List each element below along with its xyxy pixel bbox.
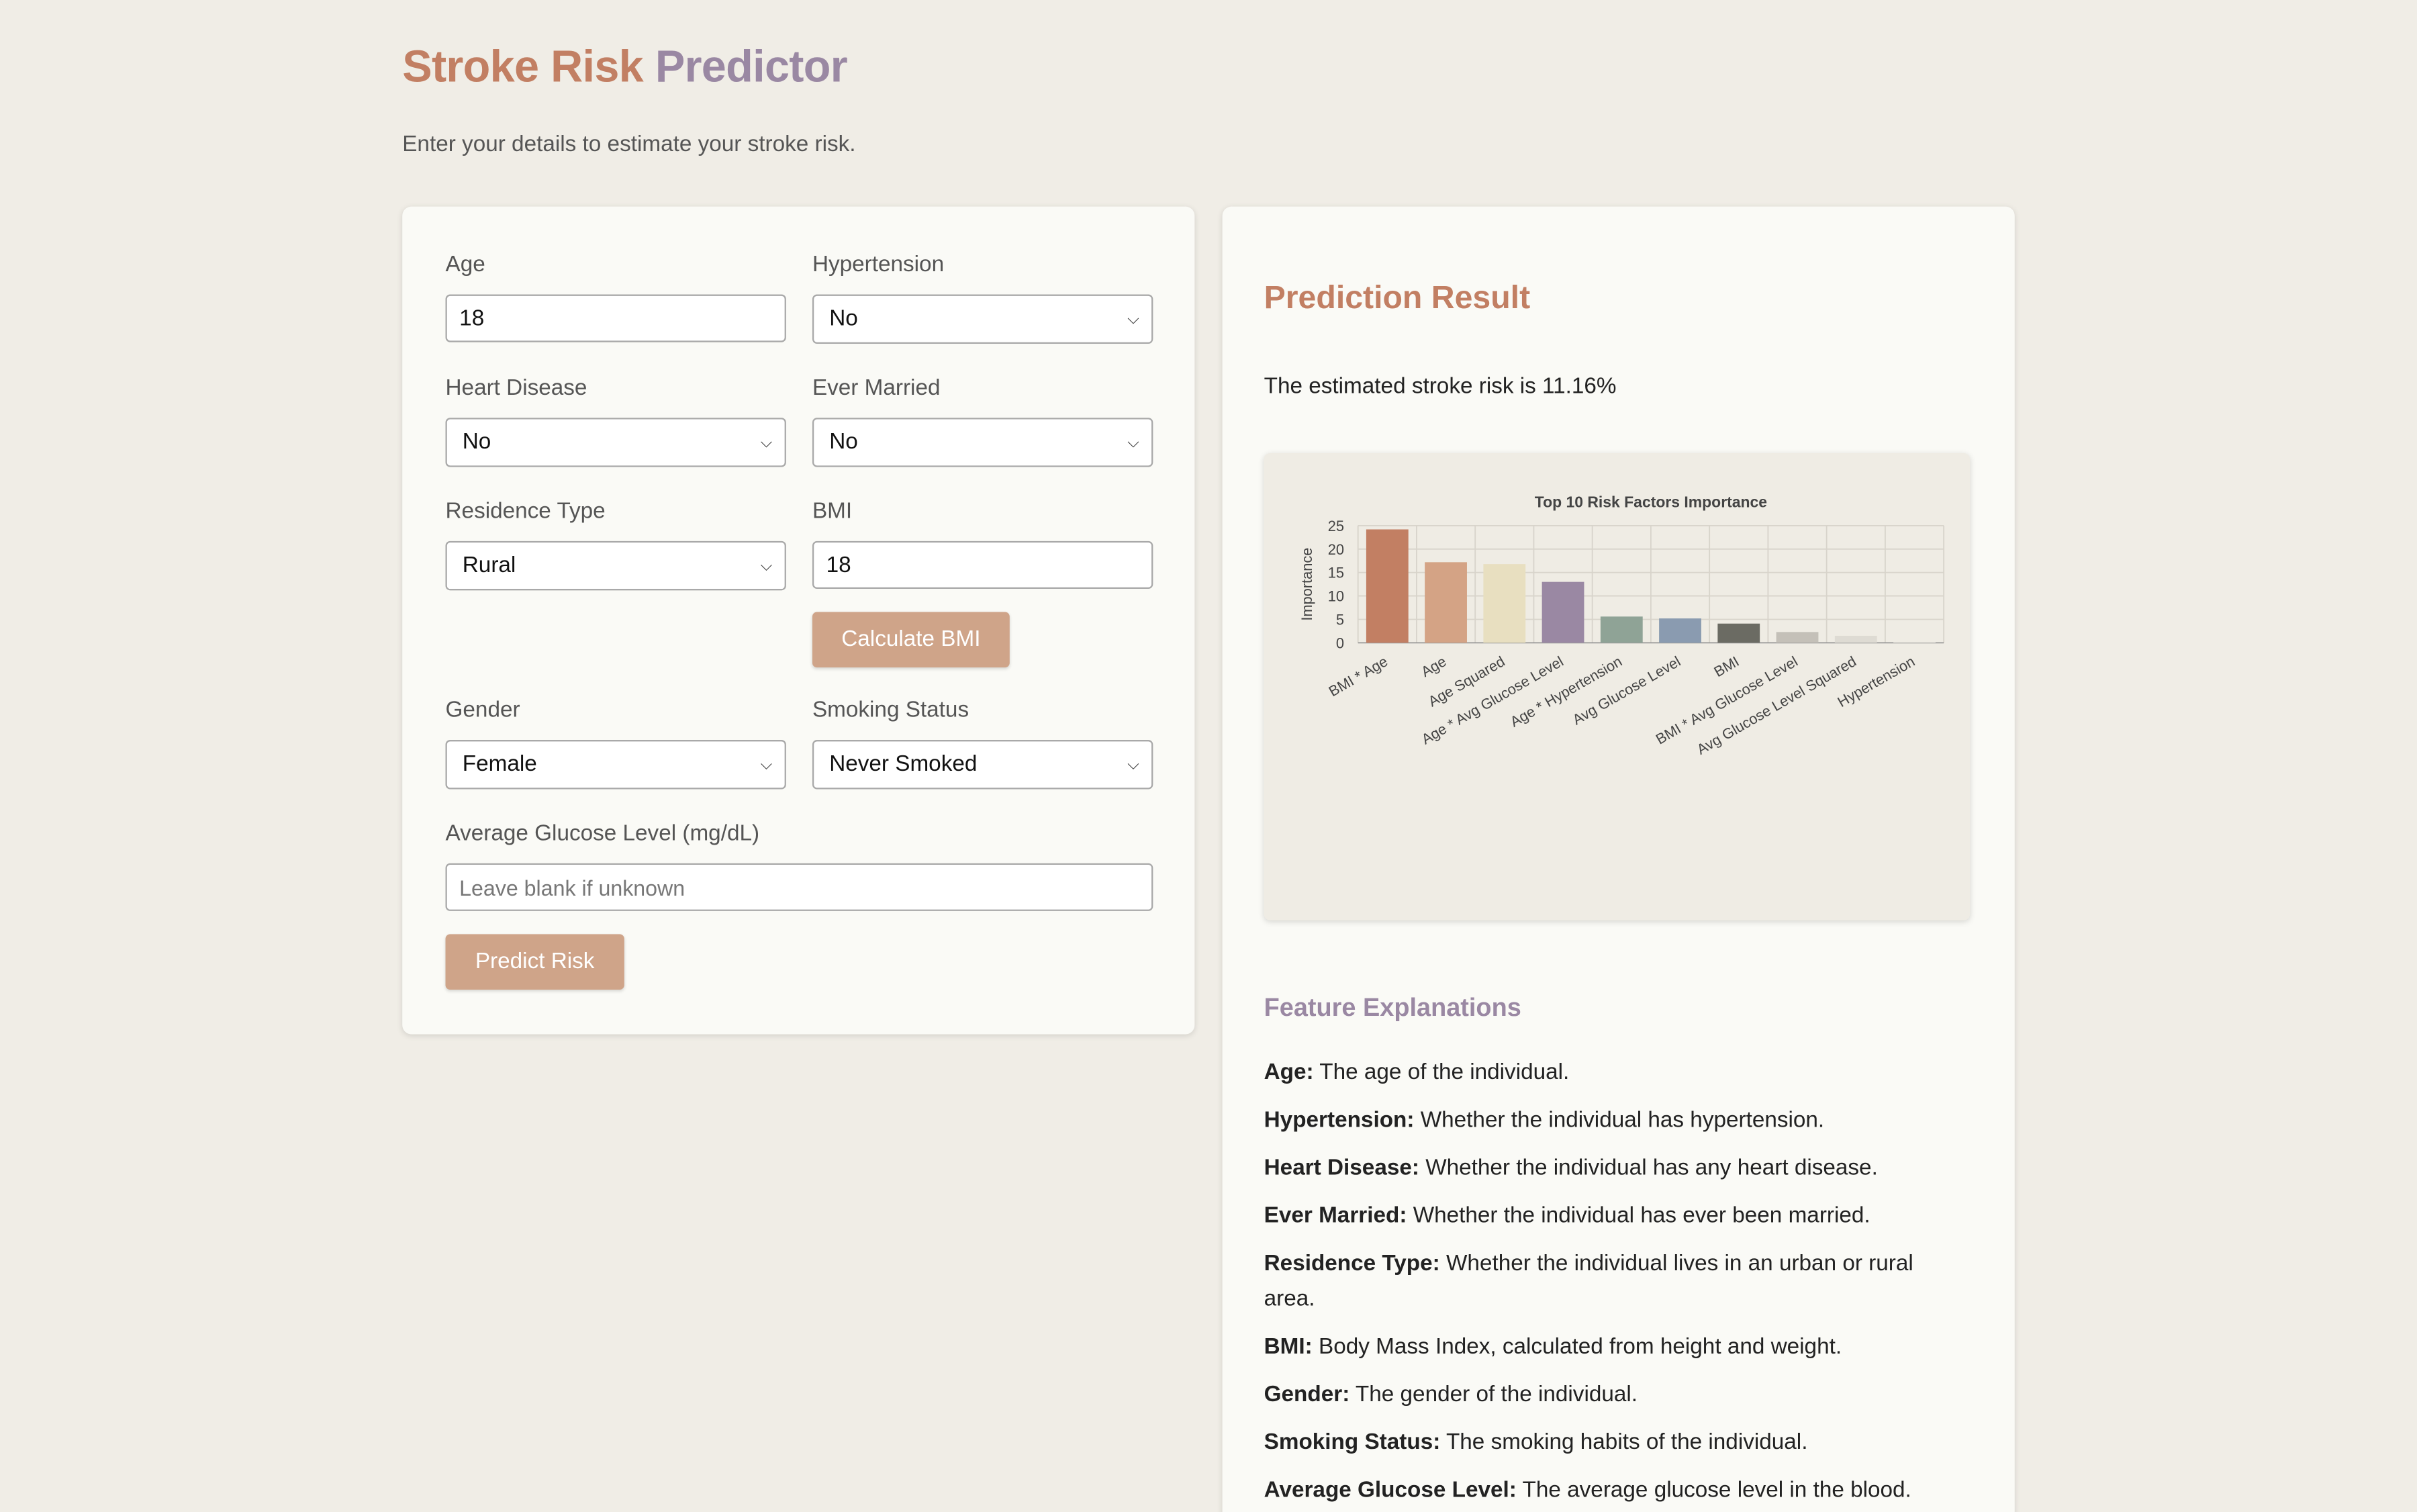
bmi-label: BMI xyxy=(812,499,853,524)
ever-married-value: No xyxy=(829,430,858,455)
bar xyxy=(1542,581,1584,643)
chevron-down-icon: ⌵ xyxy=(760,557,773,575)
chevron-down-icon: ⌵ xyxy=(1127,310,1139,328)
gender-select[interactable]: Female ⌵ xyxy=(445,740,786,790)
x-tick-label: BMI xyxy=(1711,653,1742,680)
input-form-card: Age 18 Hypertension No ⌵ Heart Disease N… xyxy=(402,206,1195,1035)
ever-married-label: Ever Married xyxy=(812,376,941,401)
smoking-status-select[interactable]: Never Smoked ⌵ xyxy=(812,740,1153,790)
chart-title: Top 10 Risk Factors Importance xyxy=(1535,493,1767,510)
x-tick-label: Age xyxy=(1418,653,1449,680)
page-root: Stroke Risk Predictor Enter your details… xyxy=(0,0,2417,1512)
y-axis-label: Importance xyxy=(1298,548,1315,621)
heart-disease-label: Heart Disease xyxy=(445,376,587,401)
chevron-down-icon: ⌵ xyxy=(760,756,773,773)
feature-description: The average glucose level in the blood. xyxy=(1516,1478,1911,1503)
y-tick-label: 20 xyxy=(1328,541,1344,558)
feature-description: Body Mass Index, calculated from height … xyxy=(1312,1335,1842,1360)
feature-description: The smoking habits of the individual. xyxy=(1440,1430,1808,1456)
gender-label: Gender xyxy=(445,698,520,723)
feature-description: Whether the individual has ever been mar… xyxy=(1407,1204,1870,1229)
feature-explanation-item: Gender: The gender of the individual. xyxy=(1264,1378,1958,1414)
bar xyxy=(1834,635,1877,643)
page-title-part2: Predictor xyxy=(655,43,848,93)
bmi-input[interactable]: 18 xyxy=(812,540,1153,589)
page-subtitle: Enter your details to estimate your stro… xyxy=(402,132,856,158)
page-title: Stroke Risk Predictor xyxy=(402,43,847,94)
calculate-bmi-button[interactable]: Calculate BMI xyxy=(812,612,1010,668)
y-tick-label: 5 xyxy=(1336,612,1344,628)
feature-term: Heart Disease: xyxy=(1264,1155,1419,1181)
y-tick-label: 10 xyxy=(1328,588,1344,605)
predict-risk-button[interactable]: Predict Risk xyxy=(445,934,624,990)
feature-explanations-title: Feature Explanations xyxy=(1264,994,1521,1023)
bar xyxy=(1366,529,1409,643)
y-tick-label: 25 xyxy=(1328,518,1344,534)
feature-term: Ever Married: xyxy=(1264,1204,1407,1229)
residence-type-select[interactable]: Rural ⌵ xyxy=(445,540,786,591)
feature-explanation-item: Smoking Status: The smoking habits of th… xyxy=(1264,1426,1958,1462)
feature-term: Residence Type: xyxy=(1264,1251,1440,1277)
result-card: Prediction Result The estimated stroke r… xyxy=(1222,206,2015,1512)
residence-type-value: Rural xyxy=(462,553,516,578)
bar xyxy=(1717,623,1760,643)
bar xyxy=(1893,641,1936,643)
y-tick-label: 15 xyxy=(1328,565,1344,581)
age-value: 18 xyxy=(459,305,485,331)
feature-explanation-item: Hypertension: Whether the individual has… xyxy=(1264,1104,1958,1139)
chevron-down-icon: ⌵ xyxy=(1127,756,1139,773)
risk-factors-chart: Top 10 Risk Factors Importance 0 5 10 15 20 25… xyxy=(1264,453,1971,920)
residence-type-label: Residence Type xyxy=(445,499,606,524)
y-tick-label: 0 xyxy=(1336,634,1344,651)
bmi-value: 18 xyxy=(826,553,851,577)
bar xyxy=(1776,632,1819,643)
smoking-status-label: Smoking Status xyxy=(812,698,969,723)
x-tick-label: Avg Glucose Level xyxy=(1570,653,1684,728)
feature-explanation-item: Heart Disease: Whether the individual ha… xyxy=(1264,1151,1958,1187)
bar xyxy=(1425,562,1467,643)
feature-term: Smoking Status: xyxy=(1264,1430,1441,1456)
x-tick-label: BMI * Age xyxy=(1326,653,1390,700)
feature-explanation-item: Ever Married: Whether the individual has… xyxy=(1264,1199,1958,1235)
chevron-down-icon: ⌵ xyxy=(760,434,773,451)
chart-svg: Top 10 Risk Factors Importance 0 5 10 15 20 25… xyxy=(1298,493,1945,758)
feature-term: Age: xyxy=(1264,1060,1314,1086)
hypertension-label: Hypertension xyxy=(812,252,945,278)
ever-married-select[interactable]: No ⌵ xyxy=(812,418,1153,467)
page-title-part1: Stroke Risk xyxy=(402,43,644,93)
bar xyxy=(1659,618,1701,643)
feature-description: Whether the individual has any heart dis… xyxy=(1419,1155,1878,1181)
feature-explanation-item: Age: The age of the individual. xyxy=(1264,1056,1958,1092)
glucose-input[interactable]: Leave blank if unknown xyxy=(445,863,1153,911)
hypertension-value: No xyxy=(829,306,858,332)
bar xyxy=(1600,616,1643,643)
feature-explanation-item: Average Glucose Level: The average gluco… xyxy=(1264,1474,1958,1509)
feature-term: Hypertension: xyxy=(1264,1108,1415,1133)
feature-term: BMI: xyxy=(1264,1335,1313,1360)
feature-explanation-item: BMI: Body Mass Index, calculated from he… xyxy=(1264,1330,1958,1366)
feature-description: Whether the individual has hypertension. xyxy=(1414,1108,1825,1133)
age-label: Age xyxy=(445,252,485,278)
result-title: Prediction Result xyxy=(1264,280,1531,316)
gender-value: Female xyxy=(462,752,537,777)
feature-explanations-list: Age: The age of the individual. Hypertens… xyxy=(1264,1056,1958,1512)
hypertension-select[interactable]: No ⌵ xyxy=(812,294,1153,344)
feature-term: Gender: xyxy=(1264,1382,1350,1408)
age-input[interactable]: 18 xyxy=(445,294,786,342)
glucose-placeholder: Leave blank if unknown xyxy=(459,874,685,900)
chevron-down-icon: ⌵ xyxy=(1127,434,1139,451)
result-text: The estimated stroke risk is 11.16% xyxy=(1264,374,1617,399)
smoking-status-value: Never Smoked xyxy=(829,752,978,777)
bar xyxy=(1483,564,1526,643)
feature-description: The gender of the individual. xyxy=(1349,1382,1638,1408)
feature-term: Average Glucose Level: xyxy=(1264,1478,1517,1503)
heart-disease-value: No xyxy=(462,430,491,455)
feature-description: The age of the individual. xyxy=(1313,1060,1570,1086)
heart-disease-select[interactable]: No ⌵ xyxy=(445,418,786,467)
feature-explanation-item: Residence Type: Whether the individual l… xyxy=(1264,1247,1958,1318)
glucose-label: Average Glucose Level (mg/dL) xyxy=(445,821,760,847)
